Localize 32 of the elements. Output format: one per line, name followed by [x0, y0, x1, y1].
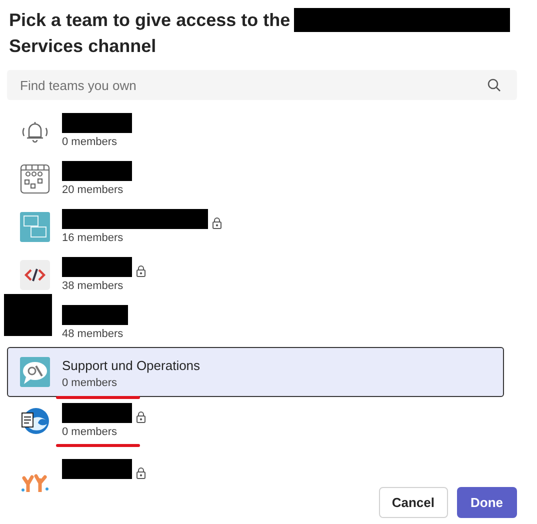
member-count: 20 members: [62, 183, 124, 197]
team-item[interactable]: 16 members: [7, 203, 504, 251]
team-item[interactable]: 0 members: [7, 397, 504, 445]
member-count: 0 members: [62, 135, 118, 149]
member-count: 48 members: [62, 327, 124, 341]
done-button[interactable]: Done: [456, 487, 517, 518]
team-item[interactable]: 20 members: [7, 155, 504, 203]
code-icon: [20, 260, 50, 290]
team-name: Support und Operations: [62, 358, 200, 374]
wave-icon: [20, 406, 50, 436]
dialog-title: Pick a team to give access to the: [9, 9, 290, 32]
team-item[interactable]: 0 members: [7, 107, 504, 155]
lock-icon: [136, 411, 146, 423]
dialog-title: Services channel: [9, 36, 156, 56]
member-count: 0 members: [62, 425, 118, 439]
board-icon: [20, 164, 50, 194]
member-count: 16 members: [62, 231, 124, 245]
member-count: 38 members: [62, 279, 124, 293]
chat-gears-icon: [20, 357, 50, 387]
search-field[interactable]: Find teams you own: [7, 70, 517, 100]
lock-icon: [136, 467, 146, 479]
lock-icon: [136, 265, 146, 277]
team-item[interactable]: 48 members: [7, 299, 504, 347]
redaction-bar: [4, 294, 52, 336]
coral-icon: [20, 474, 50, 492]
lock-icon: [212, 217, 222, 229]
team-item[interactable]: 38 members: [7, 251, 504, 299]
member-count: 0 members: [62, 376, 118, 390]
team-item[interactable]: Support und Operations 0 members: [7, 347, 504, 397]
cancel-button[interactable]: Cancel: [378, 487, 448, 518]
code-chat-icon: [20, 212, 50, 242]
search-icon: [487, 78, 501, 92]
